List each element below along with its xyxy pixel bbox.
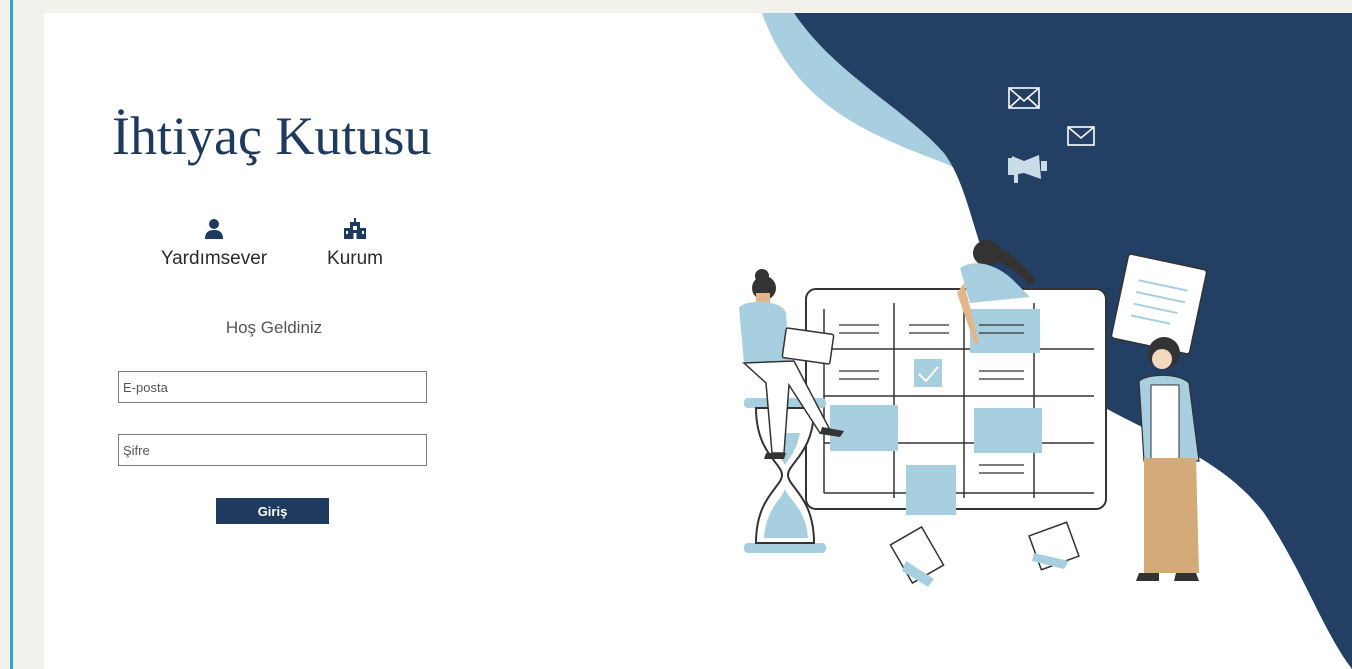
- login-card: İhtiyaç Kutusu Yardımsever Kurum Hoş Gel…: [44, 13, 1352, 669]
- user-icon: [205, 219, 223, 239]
- email-field[interactable]: [118, 371, 427, 403]
- role-label: Yardımsever: [160, 248, 268, 269]
- role-option-yardimsever[interactable]: Yardımsever: [156, 218, 272, 270]
- password-field[interactable]: [118, 434, 427, 466]
- welcome-text: Hoş Geldiniz: [225, 318, 323, 337]
- page-title: İhtiyaç Kutusu: [112, 106, 432, 166]
- building-icon: [344, 218, 366, 239]
- login-button[interactable]: Giriş: [216, 498, 329, 524]
- window-frame-edge: [10, 0, 13, 669]
- role-label: Kurum: [327, 248, 383, 269]
- role-option-kurum[interactable]: Kurum: [322, 218, 388, 270]
- hero-illustration: [739, 13, 1352, 669]
